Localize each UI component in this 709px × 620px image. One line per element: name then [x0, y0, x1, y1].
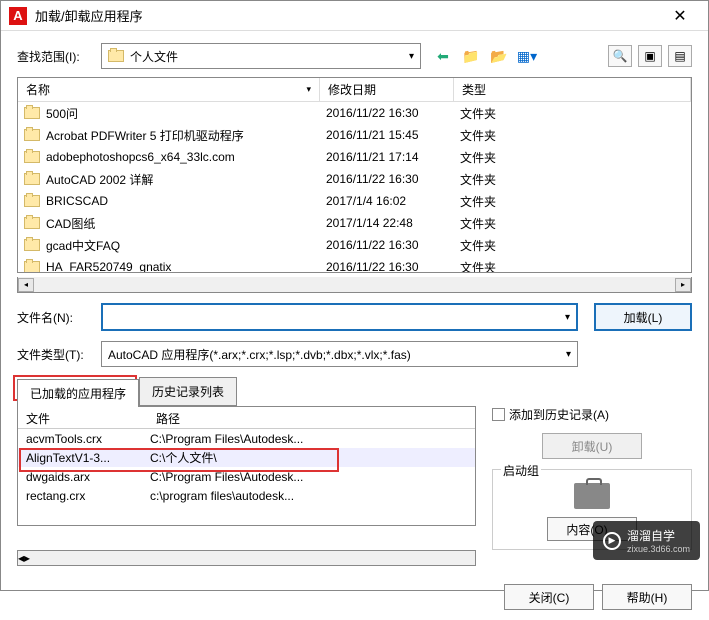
play-icon: ▶ — [603, 532, 621, 550]
app-icon: A — [9, 7, 27, 25]
location-dropdown[interactable]: 个人文件 ▾ — [101, 43, 421, 69]
tool3-icon[interactable]: ▤ — [668, 45, 692, 67]
loaded-row[interactable]: rectang.crxc:\program files\autodesk... — [18, 486, 475, 505]
col-name[interactable]: 名称▾ — [18, 78, 320, 101]
watermark: ▶ 溜溜自学 zixue.3d66.com — [593, 521, 700, 560]
add-history-checkbox[interactable] — [492, 408, 505, 421]
back-icon[interactable]: ⬅ — [433, 46, 453, 66]
col-date[interactable]: 修改日期 — [320, 78, 454, 101]
file-row[interactable]: adobephotoshopcs6_x64_33lc.com2016/11/21… — [18, 146, 691, 168]
window-title: 加载/卸载应用程序 — [35, 6, 660, 25]
file-row[interactable]: gcad中文FAQ2016/11/22 16:30文件夹 — [18, 234, 691, 256]
close-button[interactable]: 关闭(C) — [504, 584, 594, 610]
file-row[interactable]: 500问2016/11/22 16:30文件夹 — [18, 102, 691, 124]
load-button[interactable]: 加载(L) — [594, 303, 692, 331]
folder-icon — [24, 261, 40, 273]
folder-icon — [24, 129, 40, 141]
loaded-row[interactable]: acvmTools.crxC:\Program Files\Autodesk..… — [18, 429, 475, 448]
tab-history[interactable]: 历史记录列表 — [139, 377, 237, 406]
folder-icon — [24, 195, 40, 207]
file-row[interactable]: Acrobat PDFWriter 5 打印机驱动程序2016/11/21 15… — [18, 124, 691, 146]
file-row[interactable]: BRICSCAD2017/1/4 16:02文件夹 — [18, 190, 691, 212]
folder-icon — [24, 173, 40, 185]
find-icon[interactable]: 🔍 — [608, 45, 632, 67]
tool2-icon[interactable]: ▣ — [638, 45, 662, 67]
filename-input[interactable]: ▾ — [101, 303, 578, 331]
briefcase-icon — [574, 483, 610, 509]
folder-icon — [24, 151, 40, 163]
col-path[interactable]: 路径 — [148, 407, 188, 428]
help-button[interactable]: 帮助(H) — [602, 584, 692, 610]
col-file[interactable]: 文件 — [18, 407, 148, 428]
folder-icon — [24, 239, 40, 251]
filetype-dropdown[interactable]: AutoCAD 应用程序(*.arx;*.crx;*.lsp;*.dvb;*.d… — [101, 341, 578, 367]
chevron-down-icon: ▾ — [566, 349, 571, 360]
folder-icon — [108, 50, 124, 62]
location-value: 个人文件 — [130, 48, 178, 65]
col-type[interactable]: 类型 — [454, 78, 691, 101]
file-row[interactable]: AutoCAD 2002 详解2016/11/22 16:30文件夹 — [18, 168, 691, 190]
views-icon[interactable]: ▦▾ — [517, 46, 537, 66]
close-icon[interactable]: ✕ — [660, 2, 700, 30]
annotation-box — [19, 448, 339, 472]
file-row[interactable]: HA_FAR520749_gnatix2016/11/22 16:30文件夹 — [18, 256, 691, 273]
startup-label: 启动组 — [501, 462, 541, 479]
add-history-label: 添加到历史记录(A) — [509, 406, 609, 423]
look-in-label: 查找范围(I): — [17, 48, 101, 65]
new-folder-icon[interactable]: 📂 — [489, 46, 509, 66]
folder-icon — [24, 107, 40, 119]
folder-icon — [24, 217, 40, 229]
unload-button: 卸载(U) — [542, 433, 642, 459]
h-scrollbar-2[interactable]: ◂▸ — [17, 550, 476, 566]
chevron-down-icon: ▾ — [409, 51, 414, 62]
chevron-down-icon: ▾ — [565, 312, 570, 323]
file-row[interactable]: CAD图纸2017/1/14 22:48文件夹 — [18, 212, 691, 234]
file-list: 名称▾ 修改日期 类型 500问2016/11/22 16:30文件夹Acrob… — [17, 77, 692, 273]
filetype-label: 文件类型(T): — [17, 346, 101, 363]
h-scrollbar[interactable]: ◂▸ — [17, 277, 692, 293]
filename-label: 文件名(N): — [17, 309, 101, 326]
tab-loaded[interactable]: 已加载的应用程序 — [17, 379, 139, 407]
up-icon[interactable]: 📁 — [461, 46, 481, 66]
